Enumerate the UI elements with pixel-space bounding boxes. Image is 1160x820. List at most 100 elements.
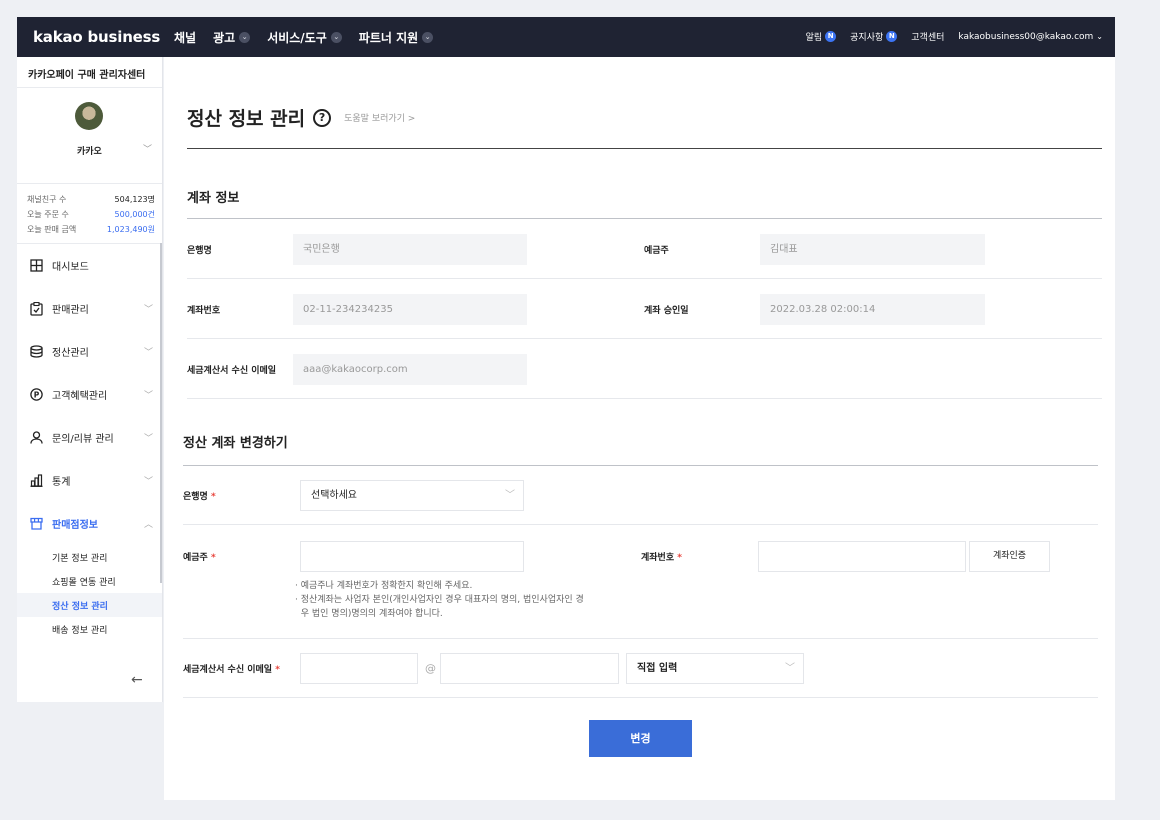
chevron-down-icon: ⌄ xyxy=(1096,32,1103,41)
nav-label: 채널 xyxy=(174,31,197,45)
divider xyxy=(187,218,1102,219)
sidebar: 카카오페이 구매 관리자센터 카카오 ﹀ 채널친구 수 504,123명 오늘 주… xyxy=(17,57,163,702)
support-link[interactable]: 고객센터 xyxy=(911,30,944,43)
notices-link[interactable]: 공지사항 N xyxy=(850,30,898,43)
chevron-down-icon: ﹀ xyxy=(143,434,153,444)
required-mark: * xyxy=(275,665,280,675)
chevron-down-icon: ⌄ xyxy=(330,32,342,43)
chevron-up-icon: ︿ xyxy=(143,520,153,530)
nav-ads[interactable]: 광고 ⌄ xyxy=(213,29,251,46)
alerts-link[interactable]: 알림 N xyxy=(806,30,837,43)
tax-email-value: aaa@kakaocorp.com xyxy=(293,354,527,385)
new-badge: N xyxy=(886,31,898,42)
bank-label: 은행명 xyxy=(187,246,212,256)
sidebar-item-label: 고객혜택관리 xyxy=(52,391,108,402)
kakao-business-logo[interactable]: kakao business xyxy=(33,28,160,46)
chevron-down-icon: ﹀ xyxy=(143,391,153,401)
sidebar-item-customer-benefits[interactable]: P 고객혜택관리 ﹀ xyxy=(17,373,162,416)
submit-change-button[interactable]: 변경 xyxy=(589,720,692,757)
stat-row: 채널친구 수 504,123명 xyxy=(27,192,155,207)
new-badge: N xyxy=(825,31,837,42)
top-right-menu: 알림 N 공지사항 N 고객센터 kakaobusiness00@kakao.com… xyxy=(806,30,1103,43)
label-text: 세금계산서 수신 이메일 xyxy=(183,665,273,675)
sidebar-item-label: 판매관리 xyxy=(52,305,89,316)
database-icon xyxy=(29,345,43,359)
nav-partner-support[interactable]: 파트너 지원 ⌄ xyxy=(359,29,434,46)
submenu-settlement-info[interactable]: 정산 정보 관리 xyxy=(17,593,162,617)
chevron-down-icon[interactable]: ﹀ xyxy=(143,142,152,155)
holder-input[interactable] xyxy=(300,541,524,572)
profile-section[interactable]: 카카오 ﹀ xyxy=(17,88,162,184)
account-menu[interactable]: kakaobusiness00@kakao.com ⌄ xyxy=(958,32,1103,42)
nav-services-tools[interactable]: 서비스/도구 ⌄ xyxy=(267,29,342,46)
required-mark: * xyxy=(210,492,216,502)
approved-date-label: 계좌 승인일 xyxy=(644,306,689,316)
account-number-input[interactable] xyxy=(758,541,966,572)
page-title-row: 정산 정보 관리 ? 도움말 보러가기 > xyxy=(187,104,415,131)
submenu-delivery-info[interactable]: 배송 정보 관리 xyxy=(17,617,162,641)
stats-panel: 채널친구 수 504,123명 오늘 주문 수 500,000건 오늘 판매 금액 1… xyxy=(17,184,162,244)
dashboard-icon xyxy=(29,259,43,273)
verify-account-button[interactable]: 계좌인증 xyxy=(969,541,1050,572)
sidebar-item-statistics[interactable]: 통계 ﹀ xyxy=(17,459,162,502)
sidebar-item-label: 대시보드 xyxy=(52,262,89,273)
sidebar-item-dashboard[interactable]: 대시보드 xyxy=(17,244,162,287)
sidebar-item-store-info[interactable]: 판매점정보 ︿ xyxy=(17,502,162,545)
chevron-down-icon: ﹀ xyxy=(143,348,153,358)
app-frame: kakao business 채널 광고 ⌄ 서비스/도구 ⌄ 파트너 지원 ⌄ 알림… xyxy=(17,17,1115,800)
stat-value: 504,123명 xyxy=(114,195,155,204)
bank-value: 국민은행 xyxy=(293,234,527,265)
sidebar-item-sales[interactable]: 판매관리 ﹀ xyxy=(17,287,162,330)
top-navigation-bar: kakao business 채널 광고 ⌄ 서비스/도구 ⌄ 파트너 지원 ⌄ 알림… xyxy=(17,17,1115,57)
change-email-label: 세금계산서 수신 이메일 * xyxy=(183,662,280,675)
chevron-down-icon: ﹀ xyxy=(143,477,153,487)
submenu-shopping-mall-link[interactable]: 쇼핑몰 연동 관리 xyxy=(17,569,162,593)
divider xyxy=(187,398,1102,399)
avatar xyxy=(75,102,103,130)
submenu-basic-info[interactable]: 기본 정보 관리 xyxy=(17,545,162,569)
profile-name: 카카오 xyxy=(77,147,102,157)
select-value: 선택하세요 xyxy=(311,490,357,501)
label-text: 계좌번호 xyxy=(641,553,675,563)
stat-row: 오늘 판매 금액 1,023,490원 xyxy=(27,222,155,237)
account-number-label: 계좌번호 xyxy=(187,306,221,316)
approved-date-value: 2022.03.28 02:00:14 xyxy=(760,294,985,325)
required-mark: * xyxy=(210,553,216,563)
chevron-down-icon: ﹀ xyxy=(505,490,515,501)
sidebar-title: 카카오페이 구매 관리자센터 xyxy=(17,57,162,88)
divider xyxy=(187,338,1102,339)
section-title-change-account: 정산 계좌 변경하기 xyxy=(183,436,288,451)
help-icon[interactable]: ? xyxy=(313,108,332,127)
label-text: 은행명 xyxy=(183,492,208,502)
email-domain-select[interactable]: 직접 입력 ﹀ xyxy=(626,653,804,684)
sidebar-item-settlement[interactable]: 정산관리 ﹀ xyxy=(17,330,162,373)
label-text: 예금주 xyxy=(183,553,208,563)
notices-label: 공지사항 xyxy=(850,33,884,43)
collapse-sidebar-icon[interactable]: ← xyxy=(131,672,143,688)
account-email: kakaobusiness00@kakao.com xyxy=(958,31,1094,42)
divider xyxy=(183,697,1098,698)
help-link[interactable]: 도움말 보러가기 > xyxy=(344,111,415,124)
sidebar-item-inquiry-review[interactable]: 문의/리뷰 관리 ﹀ xyxy=(17,416,162,459)
note-line: 우 법인 명의)명의의 계좌여야 합니다. xyxy=(295,609,443,619)
sidebar-item-label: 정산관리 xyxy=(52,348,89,359)
bar-chart-icon xyxy=(29,474,43,488)
nav-channel[interactable]: 채널 xyxy=(174,29,196,46)
stat-label: 오늘 주문 수 xyxy=(27,210,69,219)
at-sign: @ xyxy=(425,662,436,675)
bank-select[interactable]: 선택하세요 ﹀ xyxy=(300,480,524,511)
email-domain-input[interactable] xyxy=(440,653,619,684)
note-line: · 예금주나 계좌번호가 정확한지 확인해 주세요. xyxy=(295,581,473,591)
email-local-input[interactable] xyxy=(300,653,418,684)
stat-value: 500,000건 xyxy=(114,210,155,219)
stat-row: 오늘 주문 수 500,000건 xyxy=(27,207,155,222)
change-bank-label: 은행명 * xyxy=(183,489,216,502)
divider xyxy=(183,465,1098,466)
nav-label: 서비스/도구 xyxy=(267,31,327,45)
chevron-down-icon: ⌄ xyxy=(239,32,251,43)
sidebar-scrollbar[interactable] xyxy=(160,243,162,583)
section-title-account-info: 계좌 정보 xyxy=(187,191,240,206)
nav-label: 광고 xyxy=(213,31,236,45)
holder-label: 예금주 xyxy=(644,246,669,256)
clipboard-check-icon xyxy=(29,301,43,316)
